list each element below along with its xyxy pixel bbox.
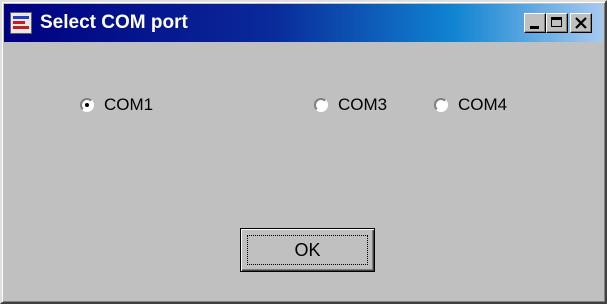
radio-button-icon[interactable] xyxy=(80,98,94,112)
maximize-button[interactable] xyxy=(546,13,568,33)
radio-com1[interactable]: COM1 xyxy=(80,94,153,116)
radio-label-com4[interactable]: COM4 xyxy=(458,95,507,115)
window-title: Select COM port xyxy=(40,12,188,33)
maximize-icon xyxy=(551,17,562,27)
app-icon[interactable] xyxy=(10,12,32,34)
radio-button-icon[interactable] xyxy=(434,98,448,112)
select-com-port-window: Select COM port COM1 COM3 COM4 OK xyxy=(0,0,607,304)
ok-button[interactable]: OK xyxy=(240,228,375,272)
close-icon xyxy=(575,17,587,29)
radio-button-icon[interactable] xyxy=(314,98,328,112)
focus-rectangle xyxy=(247,235,368,265)
minimize-button[interactable] xyxy=(524,13,546,33)
radio-label-com1[interactable]: COM1 xyxy=(104,95,153,115)
close-button[interactable] xyxy=(570,13,592,33)
radio-com3[interactable]: COM3 xyxy=(314,94,387,116)
radio-com4[interactable]: COM4 xyxy=(434,94,507,116)
title-bar[interactable]: Select COM port xyxy=(4,4,603,42)
minimize-icon xyxy=(530,26,539,29)
radio-label-com3[interactable]: COM3 xyxy=(338,95,387,115)
radio-selected-dot xyxy=(85,103,89,107)
